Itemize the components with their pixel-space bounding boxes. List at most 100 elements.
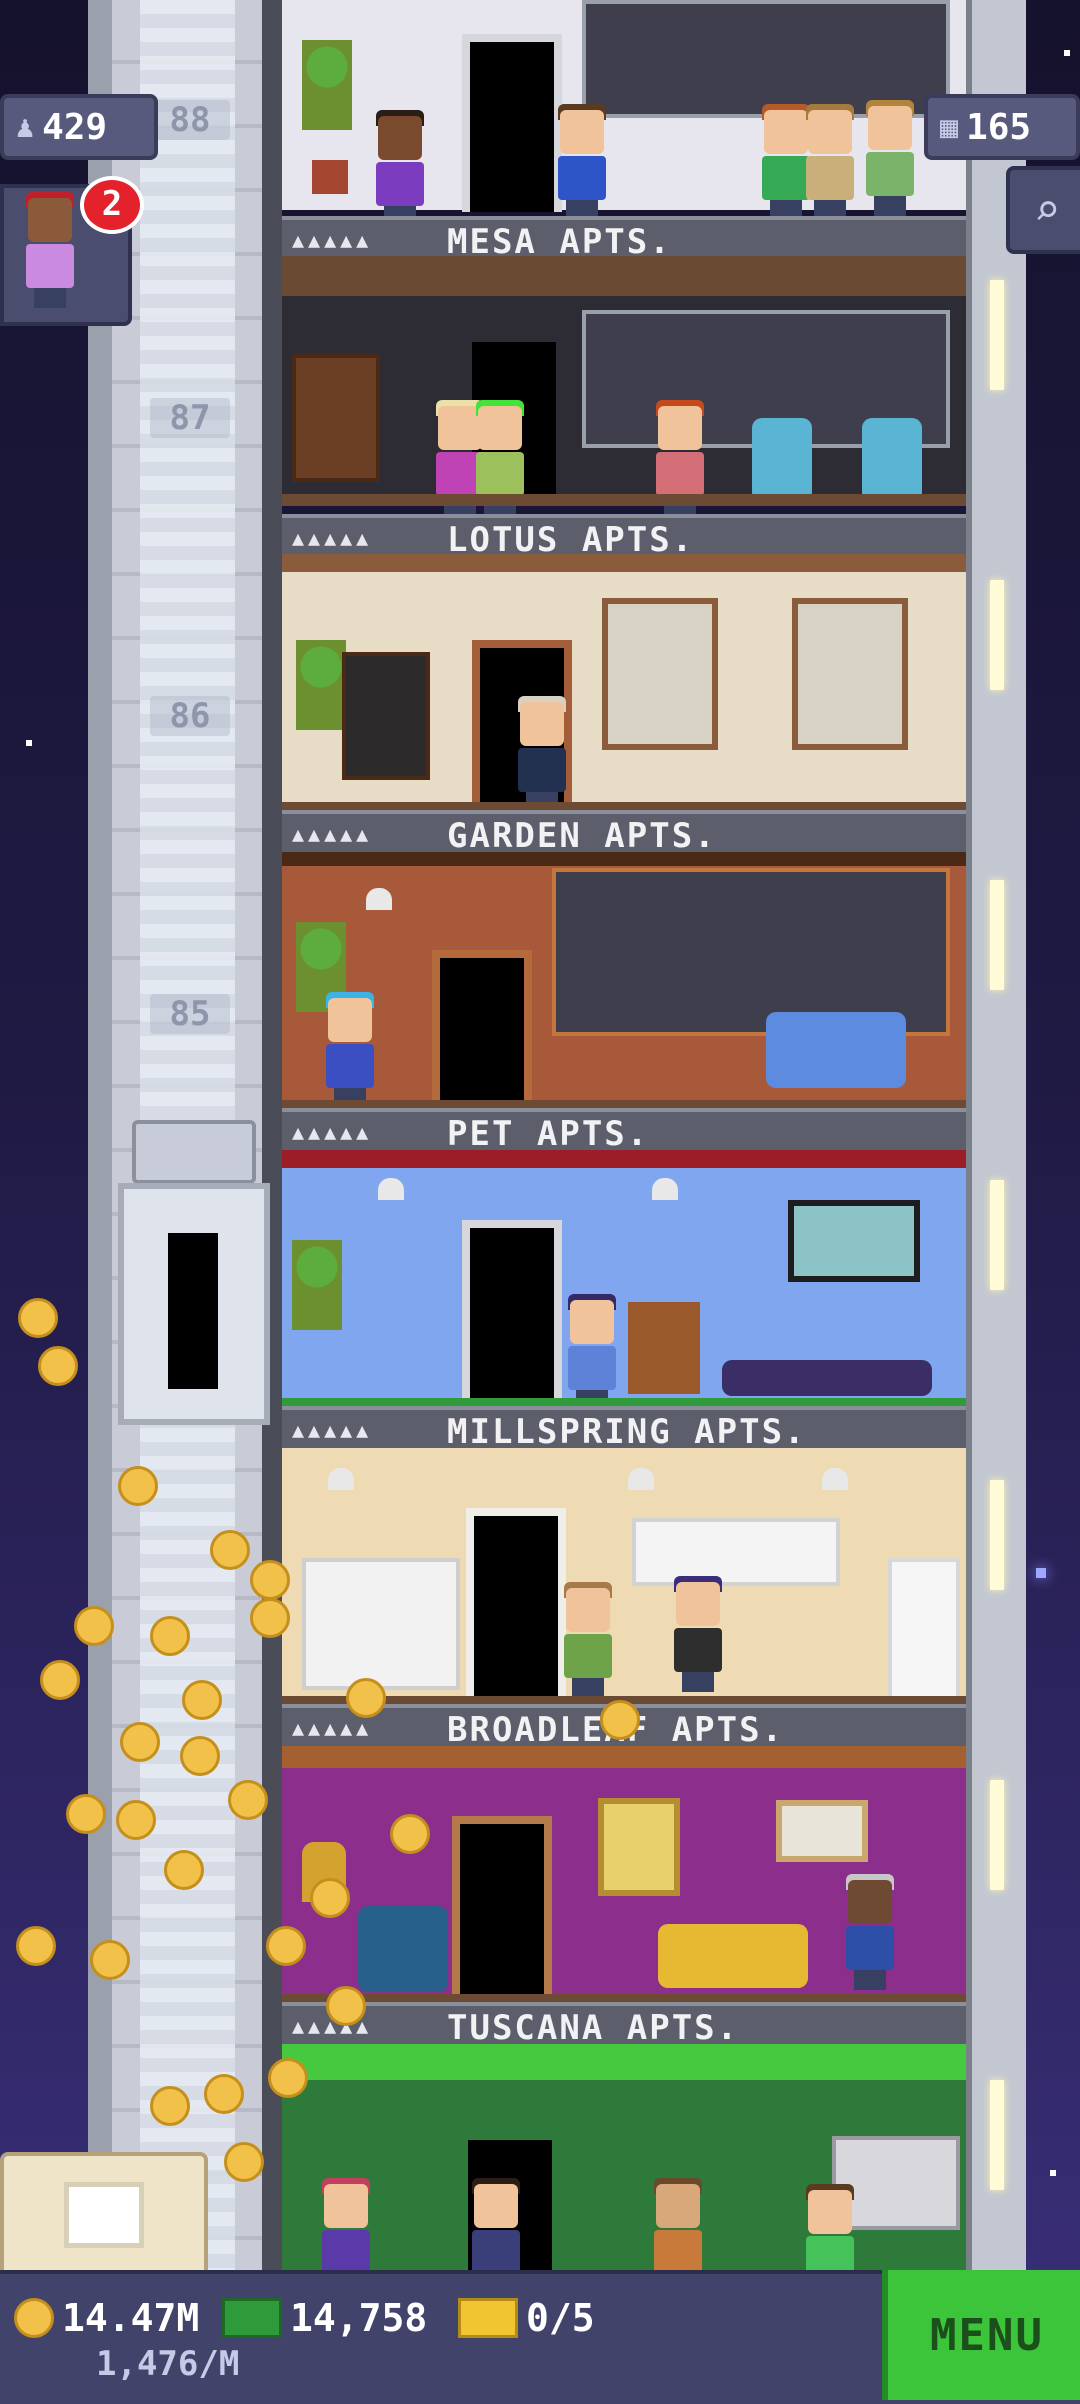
menu-button[interactable]: MENU — [882, 2270, 1080, 2400]
floor-door — [432, 950, 532, 1108]
occupancy-indicator: ▲▲▲▲▲ — [292, 228, 373, 252]
resident[interactable] — [564, 1294, 620, 1410]
falling-coin[interactable] — [120, 1722, 160, 1762]
resident[interactable] — [318, 2178, 374, 2270]
search-button[interactable]: ⌕ — [1006, 166, 1080, 254]
lit-window — [990, 1780, 1004, 1890]
falling-coin[interactable] — [150, 1616, 190, 1656]
falling-coin[interactable] — [266, 1926, 306, 1966]
lit-window — [990, 880, 1004, 990]
floor-label: ▲▲▲▲▲ PET APTS. — [282, 1108, 966, 1150]
resident[interactable] — [322, 992, 378, 1108]
floors-counter[interactable]: ▦ 165 — [924, 94, 1080, 160]
resident[interactable] — [372, 110, 428, 226]
falling-coin[interactable] — [250, 1560, 290, 1600]
population-counter[interactable]: ♟ 429 — [0, 94, 158, 160]
kitchen-cabinet — [302, 1558, 460, 1690]
resident[interactable] — [560, 1582, 616, 1698]
falling-coin[interactable] — [118, 1466, 158, 1506]
floor-label: ▲▲▲▲▲ LOTUS APTS. — [282, 514, 966, 556]
occupancy-indicator: ▲▲▲▲▲ — [292, 1120, 373, 1144]
falling-coin[interactable] — [180, 1736, 220, 1776]
falling-coin[interactable] — [90, 1940, 130, 1980]
shoji-window — [602, 598, 718, 750]
resident[interactable] — [554, 104, 610, 220]
floor-name: GARDEN APTS. — [447, 816, 717, 852]
floor-name: TUSCANA APTS. — [447, 2008, 740, 2044]
floor-mesa-interior[interactable]: ▲▲▲▲▲ LOTUS APTS. — [282, 256, 966, 556]
lit-window — [990, 280, 1004, 390]
elevator-car[interactable] — [118, 1183, 270, 1425]
crate-button[interactable] — [0, 2152, 208, 2278]
resident[interactable] — [802, 2184, 858, 2270]
ceiling-trim — [282, 1150, 966, 1168]
floor-label: ▲▲▲▲▲ MESA APTS. — [282, 216, 966, 262]
floor-window — [552, 868, 950, 1036]
falling-coin[interactable] — [250, 1598, 290, 1638]
falling-coin[interactable] — [210, 1530, 250, 1570]
occupancy-indicator: ▲▲▲▲▲ — [292, 526, 373, 550]
tower-bux-icon — [222, 2298, 282, 2338]
floor-tuscana-interior[interactable] — [282, 2044, 966, 2270]
resident[interactable] — [650, 2178, 706, 2270]
falling-coin[interactable] — [390, 1814, 430, 1854]
floor-number: 85 — [150, 994, 230, 1034]
falling-coin[interactable] — [74, 1606, 114, 1646]
star — [1036, 1568, 1046, 1578]
floor-door — [462, 34, 562, 212]
falling-coin[interactable] — [66, 1794, 106, 1834]
floor-number: 88 — [150, 100, 230, 140]
falling-coin[interactable] — [310, 1878, 350, 1918]
floor-pet-interior[interactable]: ▲▲▲▲▲ MILLSPRING APTS. — [282, 1150, 966, 1448]
painting — [776, 1800, 868, 1862]
resident[interactable] — [468, 2178, 524, 2270]
notification-badge: 2 — [80, 176, 144, 234]
bux-stat[interactable]: 14,758 — [222, 2296, 427, 2340]
resident[interactable] — [802, 104, 858, 220]
ceiling-beam — [282, 256, 966, 296]
falling-coin[interactable] — [182, 1680, 222, 1720]
falling-coin[interactable] — [204, 2074, 244, 2114]
armchair — [752, 418, 812, 502]
falling-coin[interactable] — [224, 2142, 264, 2182]
elevator-top — [132, 1120, 256, 1184]
occupancy-indicator: ▲▲▲▲▲ — [292, 1418, 373, 1442]
tickets-stat[interactable]: 0/5 — [458, 2296, 595, 2340]
floor-garden-interior[interactable]: ▲▲▲▲▲ PET APTS. — [282, 852, 966, 1150]
occupancy-indicator: ▲▲▲▲▲ — [292, 822, 373, 846]
falling-coin[interactable] — [116, 1800, 156, 1840]
falling-coin[interactable] — [38, 1346, 78, 1386]
occupancy-indicator: ▲▲▲▲▲ — [292, 1716, 373, 1740]
ceiling-lamp — [328, 1468, 354, 1490]
lit-window — [990, 1480, 1004, 1590]
coins-stat[interactable]: 14.47M — [14, 2296, 199, 2340]
resident[interactable] — [842, 1874, 898, 1990]
falling-coin[interactable] — [268, 2058, 308, 2098]
falling-coin[interactable] — [346, 1678, 386, 1718]
magnifier-icon: ⌕ — [1033, 184, 1061, 236]
falling-coin[interactable] — [150, 2086, 190, 2126]
bookshelf — [292, 354, 380, 482]
falling-coin[interactable] — [228, 1780, 268, 1820]
falling-coin[interactable] — [18, 1298, 58, 1338]
falling-coin[interactable] — [600, 1700, 640, 1740]
floor-door — [466, 1508, 566, 1702]
floor-broadleaf-interior[interactable]: ▲▲▲▲▲ TUSCANA APTS. — [282, 1746, 966, 2044]
floor-lotus-interior[interactable]: ▲▲▲▲▲ GARDEN APTS. — [282, 554, 966, 852]
falling-coin[interactable] — [326, 1986, 366, 2026]
floor-number: 86 — [150, 696, 230, 736]
floor-door — [452, 1816, 552, 2000]
falling-coin[interactable] — [40, 1660, 80, 1700]
resident[interactable] — [862, 100, 918, 216]
resident[interactable] — [514, 696, 570, 812]
sofa — [658, 1924, 808, 1988]
resident[interactable] — [670, 1576, 726, 1692]
crate-icon — [64, 2182, 144, 2248]
building-icon: ▦ — [940, 109, 959, 145]
armchair — [358, 1906, 448, 1992]
falling-coin[interactable] — [16, 1926, 56, 1966]
falling-coin[interactable] — [164, 1850, 204, 1890]
floor-name: MILLSPRING APTS. — [447, 1412, 807, 1448]
ceiling-lamp — [822, 1468, 848, 1490]
floor-top-residence[interactable] — [282, 0, 966, 238]
